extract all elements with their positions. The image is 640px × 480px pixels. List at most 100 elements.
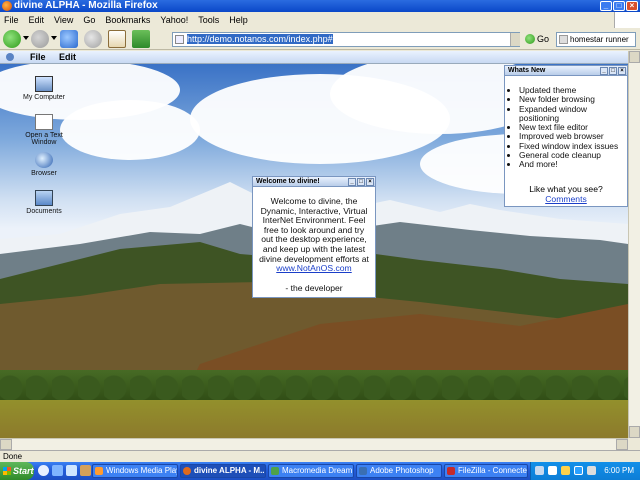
photoshop-icon [359,467,367,475]
horizontal-scrollbar[interactable] [0,438,628,450]
list-item: Expanded window positioning [519,104,625,124]
welcome-text: Welcome to divine, the Dynamic, Interact… [259,196,369,264]
whats-new-question: Like what you see? [529,183,603,194]
scroll-up-icon[interactable] [629,51,640,63]
back-icon[interactable] [3,30,21,48]
scroll-left-icon[interactable] [0,439,12,450]
meadow [0,400,628,438]
reload-icon[interactable] [60,30,78,48]
menu-go[interactable]: Go [83,12,95,28]
desktop-icon-label: My Computer [22,94,65,101]
task-label: FileZilla - Connected... [458,466,527,475]
vertical-scrollbar[interactable] [628,51,640,438]
go-label: Go [537,34,550,44]
task-photoshop[interactable]: Adobe Photoshop [356,464,442,478]
volume-icon[interactable] [548,466,557,475]
scroll-corner [628,438,640,450]
quicklaunch-explorer-icon[interactable] [66,465,77,476]
menu-bookmarks[interactable]: Bookmarks [105,12,150,28]
url-input[interactable]: http://demo.notanos.com/index.php# [172,32,520,47]
window-minimize-icon[interactable]: _ [348,178,356,186]
home-icon[interactable] [108,30,126,48]
start-button[interactable]: Start [0,462,34,480]
windows-logo-icon [3,467,11,475]
desktop-icon-label: Browser [31,170,57,177]
scroll-down-icon[interactable] [629,426,640,438]
window-close-icon[interactable]: × [366,178,374,186]
menu-file[interactable]: File [4,12,19,28]
comments-link[interactable]: Comments [545,194,587,204]
close-button[interactable]: × [626,1,638,11]
desktop-icon-browser[interactable]: Browser [19,152,69,177]
window-maximize-icon[interactable]: □ [357,178,365,186]
window-minimize-icon[interactable]: _ [600,67,608,75]
maximize-button[interactable]: □ [613,1,625,11]
url-history-dropdown[interactable] [510,33,520,46]
text-window-icon [35,114,53,130]
window-maximize-icon[interactable]: □ [609,67,617,75]
welcome-window[interactable]: Welcome to divine! _ □ × Welcome to divi… [252,176,376,298]
tray-app-icon[interactable] [561,466,570,475]
search-input[interactable]: homestar runner [556,32,636,47]
status-text: Done [3,452,23,461]
whats-new-window[interactable]: Whats New _ □ × Updated theme New folder… [504,65,628,207]
start-label: Start [13,466,34,476]
back-dropdown-icon[interactable] [23,36,29,40]
scroll-right-icon[interactable] [616,439,628,450]
clock[interactable]: 6:00 PM [604,462,634,480]
help-icon[interactable] [574,466,583,475]
notanos-link[interactable]: www.NotAnOS.com [276,263,351,273]
welcome-signature: - the developer [285,282,343,293]
app-menu-edit[interactable]: Edit [59,51,76,64]
menu-bar: File Edit View Go Bookmarks Yahoo! Tools… [0,12,640,28]
menu-view[interactable]: View [54,12,73,28]
forward-dropdown-icon[interactable] [51,36,57,40]
window-close-icon[interactable]: × [618,67,626,75]
system-tray: 6:00 PM [530,462,640,480]
forward-icon[interactable] [31,30,49,48]
navigation-toolbar: http://demo.notanos.com/index.php# Go ho… [0,28,640,50]
menu-help[interactable]: Help [229,12,248,28]
go-icon [525,34,535,44]
task-windows-media-player[interactable]: Windows Media Player [92,464,178,478]
desktop-icon-my-computer[interactable]: My Computer [19,76,69,101]
folder-icon [35,190,53,206]
task-label: Windows Media Player [106,466,177,475]
desktop-icon-label: Documents [26,208,62,215]
task-filezilla[interactable]: FileZilla - Connected... [444,464,528,478]
media-player-icon [95,467,103,475]
tree-line [0,370,628,404]
app-menu-file[interactable]: File [30,51,46,64]
minimize-button[interactable]: _ [600,1,612,11]
search-value: homestar runner [570,35,629,44]
stop-icon[interactable] [84,30,102,48]
quicklaunch-desktop-icon[interactable] [52,465,63,476]
desktop-icon-text-window[interactable]: Open a Text Window [19,114,69,146]
window-titlebar: divine ALPHA - Mozilla Firefox _ □ × [0,0,640,12]
task-dreamweaver[interactable]: Macromedia Dream... [268,464,354,478]
page-icon [175,35,184,44]
whats-new-window-titlebar[interactable]: Whats New _ □ × [505,66,627,76]
task-label: divine ALPHA - M... [194,466,266,475]
bookmark-icon[interactable] [132,30,150,48]
taskbar: Start Windows Media Player divine ALPHA … [0,462,640,480]
app-menu-bar: File Edit [0,51,628,64]
menu-yahoo[interactable]: Yahoo! [160,12,188,28]
menu-tools[interactable]: Tools [198,12,219,28]
network-icon[interactable] [535,466,544,475]
quicklaunch-app-icon[interactable] [80,465,91,476]
firefox-icon [2,1,12,11]
firefox-icon [183,467,191,475]
desktop: My Computer Open a Text Window Browser D… [0,64,628,438]
security-icon[interactable] [587,466,596,475]
welcome-window-titlebar[interactable]: Welcome to divine! _ □ × [253,177,375,187]
search-engine-icon[interactable] [559,35,568,44]
divine-logo-icon[interactable] [6,53,14,61]
menu-edit[interactable]: Edit [29,12,45,28]
task-divine-firefox[interactable]: divine ALPHA - M... [180,464,266,478]
whats-new-list: Updated theme New folder browsing Expand… [505,76,627,170]
desktop-icon-documents[interactable]: Documents [19,190,69,215]
go-button[interactable]: Go [525,32,551,47]
welcome-window-title: Welcome to divine! [256,178,320,185]
quicklaunch-browser-icon[interactable] [38,465,49,476]
